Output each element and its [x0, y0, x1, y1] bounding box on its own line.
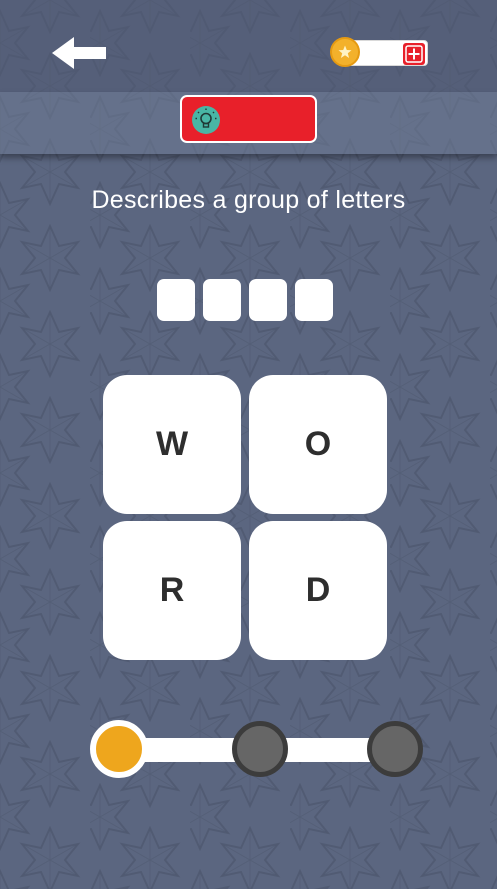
- answer-slot-2[interactable]: [203, 279, 241, 321]
- hint-button[interactable]: [180, 95, 317, 143]
- plus-icon: [405, 45, 423, 63]
- progress-step-3: [367, 721, 423, 777]
- letter-tile-label: D: [305, 571, 331, 609]
- answer-slot-4[interactable]: [295, 279, 333, 321]
- arrow-left-icon: [52, 37, 106, 69]
- letter-tile-o[interactable]: O: [249, 375, 387, 514]
- coin-balance: [330, 37, 428, 67]
- star-coin-icon: [330, 37, 360, 67]
- answer-slot-3[interactable]: [249, 279, 287, 321]
- letter-tile-d[interactable]: D: [249, 521, 387, 660]
- add-coins-button[interactable]: [403, 43, 425, 65]
- letter-tile-r[interactable]: R: [103, 521, 241, 660]
- lightbulb-icon: [192, 106, 220, 134]
- letter-tile-w[interactable]: W: [103, 375, 241, 514]
- letter-tile-label: W: [155, 425, 189, 463]
- clue-text: Describes a group of letters: [91, 186, 406, 214]
- back-button[interactable]: [50, 34, 110, 72]
- progress-step-2: [232, 721, 288, 777]
- letter-tile-label: O: [304, 425, 332, 463]
- progress-step-1: [90, 720, 148, 778]
- letter-tile-label: R: [159, 571, 185, 609]
- answer-slot-1[interactable]: [157, 279, 195, 321]
